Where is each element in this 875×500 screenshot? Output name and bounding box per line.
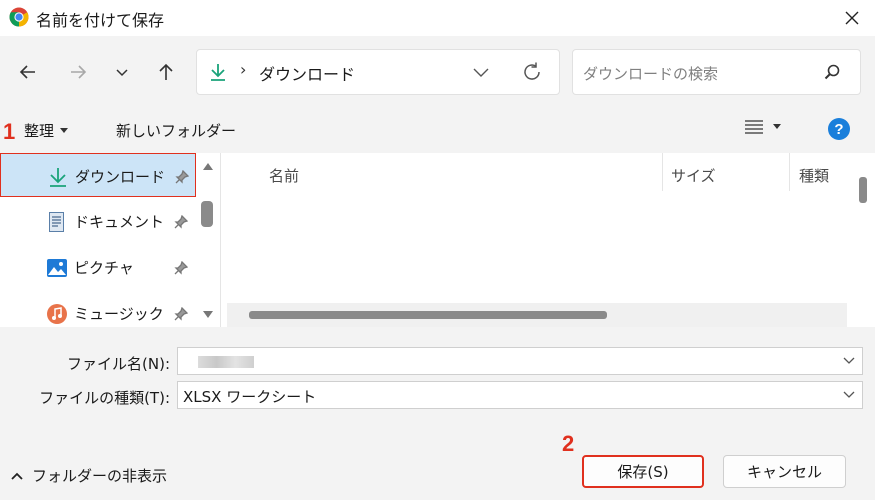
view-options-button[interactable]	[744, 119, 781, 135]
download-icon	[50, 168, 66, 187]
organize-button[interactable]: 整理	[24, 120, 69, 141]
navigation-pane: ダウンロード ドキュメント ピクチャ ミュージック	[0, 153, 220, 327]
recent-locations-button[interactable]	[107, 58, 137, 86]
scrollbar-thumb[interactable]	[859, 177, 867, 203]
sidebar-item-label: ミュージック	[74, 305, 164, 323]
pin-icon[interactable]	[174, 261, 188, 275]
chevron-down-icon[interactable]	[843, 390, 855, 400]
up-button[interactable]	[151, 58, 181, 86]
help-icon[interactable]: ?	[828, 118, 850, 140]
file-list-pane: 名前 サイズ 種類	[220, 153, 875, 327]
hide-folders-toggle[interactable]: フォルダーの非表示	[10, 465, 167, 486]
filename-label: ファイル名(N):	[67, 355, 170, 373]
sidebar-item-label: ピクチャ	[74, 259, 134, 277]
svg-text:?: ?	[834, 121, 843, 138]
save-button[interactable]: 保存(S)	[582, 455, 704, 488]
search-icon	[824, 64, 840, 80]
dialog-footer: フォルダーの非表示 2 保存(S) キャンセル	[0, 425, 875, 500]
column-header-name[interactable]: 名前	[269, 165, 299, 186]
step-1-label: 1	[3, 119, 16, 144]
column-header-size[interactable]: サイズ	[671, 165, 716, 186]
scroll-down-arrow-icon[interactable]	[203, 311, 213, 318]
refresh-icon[interactable]	[521, 61, 543, 83]
forward-button[interactable]	[63, 58, 93, 86]
list-view-icon	[745, 120, 763, 134]
picture-icon	[47, 259, 67, 277]
arrow-up-icon	[159, 63, 173, 80]
pin-icon[interactable]	[175, 170, 189, 184]
search-box[interactable]: ダウンロードの検索	[572, 49, 861, 95]
command-bar: 整理 新しいフォルダー	[0, 106, 875, 154]
document-icon	[49, 212, 64, 232]
pin-icon[interactable]	[174, 307, 188, 321]
back-button[interactable]	[13, 58, 43, 86]
scrollbar-thumb[interactable]	[249, 311, 607, 319]
pin-icon[interactable]	[174, 215, 188, 229]
scroll-up-arrow-icon[interactable]	[203, 163, 213, 170]
download-icon	[211, 64, 225, 81]
redacted-filename	[198, 356, 254, 368]
save-fields-panel: ファイル名(N): ファイルの種類(T): XLSX ワークシート	[0, 327, 875, 425]
column-divider[interactable]	[789, 153, 790, 191]
file-list-vertical-scrollbar[interactable]	[851, 153, 875, 303]
sidebar-item-downloads[interactable]: ダウンロード	[0, 153, 196, 197]
filetype-select[interactable]: XLSX ワークシート	[177, 381, 863, 409]
navigation-pane-scrollbar[interactable]	[197, 153, 219, 327]
chevron-down-icon	[116, 69, 128, 77]
new-folder-button[interactable]: 新しいフォルダー	[116, 120, 236, 141]
search-input[interactable]: ダウンロードの検索	[583, 63, 718, 84]
chevron-down-icon[interactable]	[843, 356, 855, 366]
address-location[interactable]: ダウンロード	[259, 61, 355, 85]
filename-input[interactable]	[177, 347, 863, 375]
file-list-horizontal-scrollbar[interactable]	[227, 303, 847, 327]
close-icon	[845, 11, 859, 25]
caret-down-icon	[60, 127, 69, 133]
caret-down-icon	[773, 124, 781, 129]
filetype-label: ファイルの種類(T):	[39, 389, 170, 407]
step-2-label: 2	[562, 431, 575, 456]
cancel-button[interactable]: キャンセル	[723, 455, 846, 488]
column-header-type[interactable]: 種類	[799, 165, 829, 186]
sidebar-item-pictures[interactable]: ピクチャ	[0, 245, 196, 289]
sidebar-item-label: ダウンロード	[75, 168, 166, 186]
filetype-value: XLSX ワークシート	[183, 388, 317, 406]
sidebar-item-label: ドキュメント	[74, 213, 165, 231]
hide-folders-label: フォルダーの非表示	[32, 467, 168, 485]
scrollbar-thumb[interactable]	[201, 201, 213, 227]
close-button[interactable]	[829, 0, 875, 36]
arrow-right-icon	[71, 65, 87, 79]
music-icon	[47, 304, 67, 324]
chevron-down-icon[interactable]	[472, 66, 490, 80]
breadcrumb-separator: ›	[240, 60, 247, 79]
address-bar[interactable]: › ダウンロード	[196, 49, 560, 95]
sidebar-item-documents[interactable]: ドキュメント	[0, 199, 196, 243]
arrow-left-icon	[19, 65, 35, 79]
title-bar: 名前を付けて保存	[0, 0, 875, 36]
chrome-icon	[9, 7, 29, 27]
window-title: 名前を付けて保存	[36, 11, 165, 30]
column-divider[interactable]	[662, 153, 663, 191]
navigation-bar: › ダウンロード ダウンロードの検索	[0, 36, 875, 106]
organize-label: 整理	[24, 122, 55, 140]
chevron-up-icon	[11, 472, 23, 480]
